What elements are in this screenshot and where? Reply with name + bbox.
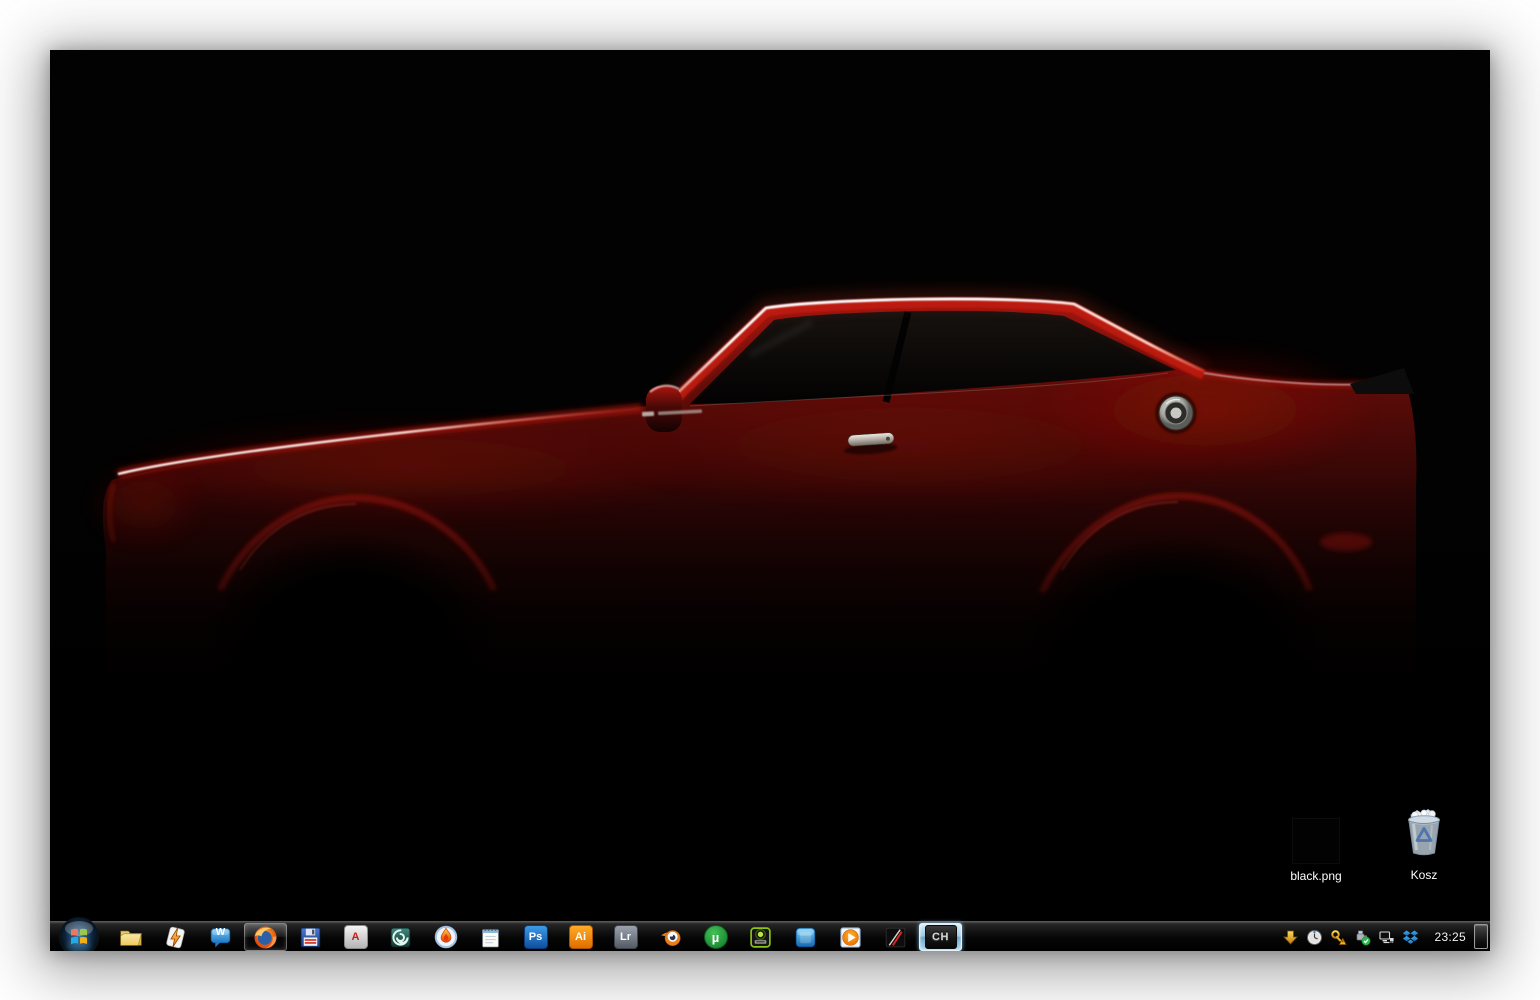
taskbar-app-winamp[interactable] xyxy=(153,922,198,951)
car-side-mirror xyxy=(646,386,682,432)
taskbar-app-w-chat[interactable]: W xyxy=(198,922,243,951)
tray-dropbox-icon[interactable] xyxy=(1402,929,1419,946)
start-button[interactable] xyxy=(58,916,100,951)
pen-slash-icon xyxy=(883,925,908,950)
daemon-tools-icon xyxy=(748,925,773,950)
play-button-icon xyxy=(838,925,863,950)
taskbar-app-illustrator[interactable]: Ai xyxy=(558,922,603,951)
taskbar-app-firefox[interactable] xyxy=(243,922,288,951)
w-chat-bubble-icon: W xyxy=(208,925,233,950)
desktop: black.png Kosz xyxy=(50,50,1490,951)
taskbar-app-daemon-tools[interactable] xyxy=(738,922,783,951)
notepad-icon xyxy=(478,925,503,950)
photoshop-ps-icon: Ps xyxy=(524,925,548,949)
desktop-icon-label: black.png xyxy=(1272,869,1360,883)
tray-network-status-icon[interactable] xyxy=(1378,929,1395,946)
car-fuel-cap xyxy=(1157,394,1195,432)
blue-cube-icon xyxy=(793,925,818,950)
taskbar-app-aimp[interactable]: A xyxy=(333,922,378,951)
folder-icon xyxy=(118,924,144,950)
red-a-icon: A xyxy=(344,925,368,949)
desktop-icon-label: Kosz xyxy=(1380,868,1468,882)
utorrent-mu-icon: µ xyxy=(704,925,728,949)
tray-download-manager-icon[interactable] xyxy=(1282,929,1299,946)
spiral-icon xyxy=(388,925,413,950)
taskbar-apps: W A xyxy=(108,922,963,951)
taskbar-app-windows-explorer[interactable] xyxy=(108,922,153,951)
tray-security-keys-icon[interactable] xyxy=(1330,929,1347,946)
windows-orb-icon xyxy=(58,916,100,951)
black-png-thumbnail-icon xyxy=(1292,818,1340,864)
taskbar-app-blender[interactable] xyxy=(648,922,693,951)
taskbar-app-notepad[interactable] xyxy=(468,922,513,951)
lightroom-lr-icon: Lr xyxy=(614,925,638,949)
recycle-bin-full-icon xyxy=(1401,806,1447,858)
taskbar-app-utorrent[interactable]: µ xyxy=(693,922,738,951)
tray-clock[interactable]: 23:25 xyxy=(1434,930,1466,944)
show-desktop-button[interactable] xyxy=(1474,924,1488,949)
flame-icon xyxy=(433,924,459,950)
taskbar-app-media-player[interactable] xyxy=(828,922,873,951)
blender-icon xyxy=(658,924,684,950)
taskbar: W A xyxy=(50,921,1490,951)
lightning-icon xyxy=(163,925,188,950)
floppy-disk-icon xyxy=(298,925,323,950)
system-tray: 23:25 xyxy=(1282,922,1466,951)
taskbar-app-flame-burner[interactable] xyxy=(423,922,468,951)
desktop-icon-recycle-bin[interactable]: Kosz xyxy=(1380,806,1468,882)
taskbar-app-teal-spiral[interactable] xyxy=(378,922,423,951)
firefox-icon xyxy=(252,924,279,951)
ch-app-icon: CH xyxy=(925,925,957,949)
taskbar-app-lightroom[interactable]: Lr xyxy=(603,922,648,951)
illustrator-ai-icon: Ai xyxy=(569,925,593,949)
taskbar-app-blue-cube[interactable] xyxy=(783,922,828,951)
tray-safely-remove-hardware-icon[interactable] xyxy=(1354,929,1371,946)
taskbar-app-ch-active[interactable]: CH xyxy=(918,922,963,951)
taskbar-app-floppy-disk[interactable] xyxy=(288,922,333,951)
desktop-icon-black-png[interactable]: black.png xyxy=(1272,818,1360,883)
taskbar-app-photoshop[interactable]: Ps xyxy=(513,922,558,951)
page-background: black.png Kosz xyxy=(0,0,1540,1000)
taskbar-app-pen-slash[interactable] xyxy=(873,922,918,951)
tray-clock-utility-icon[interactable] xyxy=(1306,929,1323,946)
wallpaper-red-challenger xyxy=(50,50,1490,921)
